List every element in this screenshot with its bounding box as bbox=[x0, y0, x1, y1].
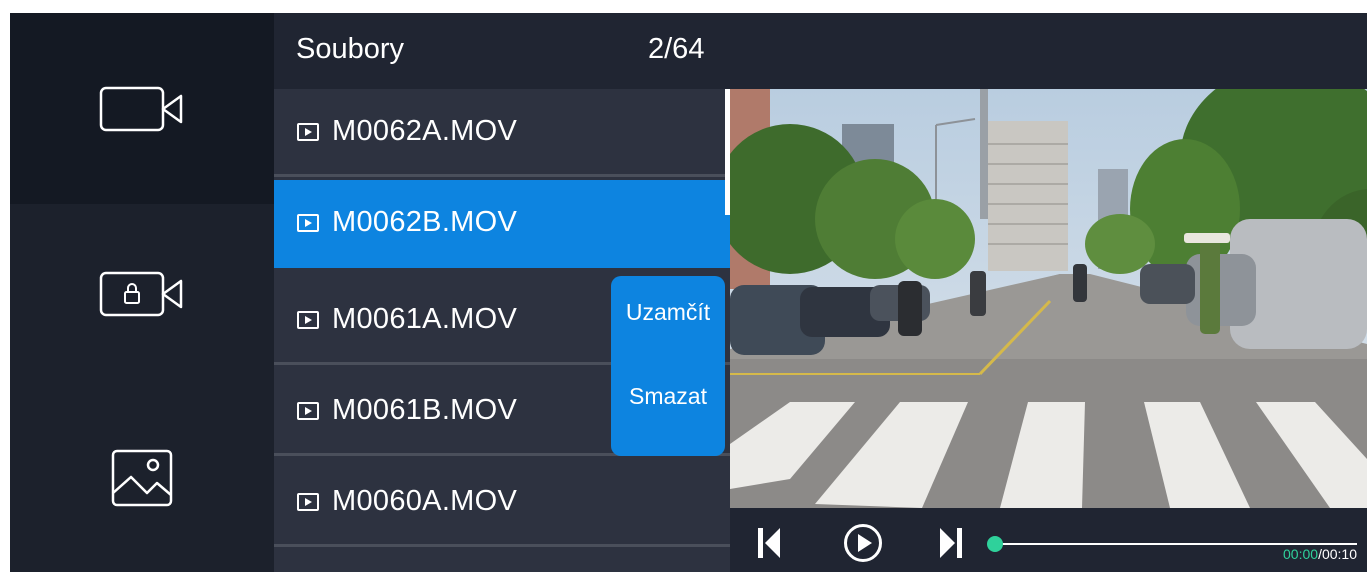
sidebar bbox=[10, 13, 274, 572]
progress-knob[interactable] bbox=[987, 536, 1003, 552]
video-file-icon bbox=[297, 122, 319, 141]
video-file-icon bbox=[297, 492, 319, 511]
app-window: Soubory 2/64 M0062A.MOV M0062B.MOV M0061… bbox=[10, 13, 1367, 572]
player-controls: 00:00/00:10 bbox=[730, 508, 1367, 572]
current-time: 00:00 bbox=[1283, 546, 1319, 562]
sidebar-item-photos[interactable] bbox=[10, 384, 274, 572]
page-title: Soubory bbox=[296, 33, 405, 65]
file-row-2-selected[interactable]: M0062B.MOV bbox=[274, 180, 730, 268]
file-action-menu: Uzamčít Smazat bbox=[611, 276, 725, 456]
file-name: M0061B.MOV bbox=[332, 394, 518, 426]
progress-track[interactable] bbox=[995, 543, 1357, 545]
delete-button[interactable]: Smazat bbox=[611, 383, 725, 410]
time-display: 00:00/00:10 bbox=[1283, 546, 1357, 562]
file-name: M0061A.MOV bbox=[332, 303, 518, 335]
sidebar-item-videos[interactable] bbox=[10, 13, 274, 204]
video-preview[interactable] bbox=[730, 89, 1367, 508]
locked-video-icon bbox=[99, 271, 185, 317]
video-camera-icon bbox=[99, 86, 185, 132]
duration: 00:10 bbox=[1321, 546, 1357, 562]
skip-previous-icon bbox=[758, 528, 780, 562]
file-row-5[interactable]: M0060A.MOV bbox=[274, 459, 730, 547]
video-file-icon bbox=[297, 310, 319, 329]
next-button[interactable] bbox=[940, 528, 962, 563]
file-name: M0062A.MOV bbox=[332, 115, 518, 147]
lock-button[interactable]: Uzamčít bbox=[611, 299, 725, 326]
file-name: M0062B.MOV bbox=[332, 206, 518, 238]
header: Soubory 2/64 bbox=[274, 13, 1367, 89]
previous-button[interactable] bbox=[758, 528, 780, 563]
video-frame-image bbox=[730, 89, 1367, 508]
video-file-icon bbox=[297, 213, 319, 232]
play-button[interactable] bbox=[843, 523, 883, 568]
file-name: M0060A.MOV bbox=[332, 485, 518, 517]
image-gallery-icon bbox=[111, 449, 173, 507]
play-circle-icon bbox=[843, 524, 883, 567]
file-counter: 2/64 bbox=[648, 33, 705, 65]
video-file-icon bbox=[297, 401, 319, 420]
file-row-1[interactable]: M0062A.MOV bbox=[274, 89, 730, 177]
sidebar-item-locked-videos[interactable] bbox=[10, 204, 274, 384]
skip-next-icon bbox=[940, 528, 962, 562]
